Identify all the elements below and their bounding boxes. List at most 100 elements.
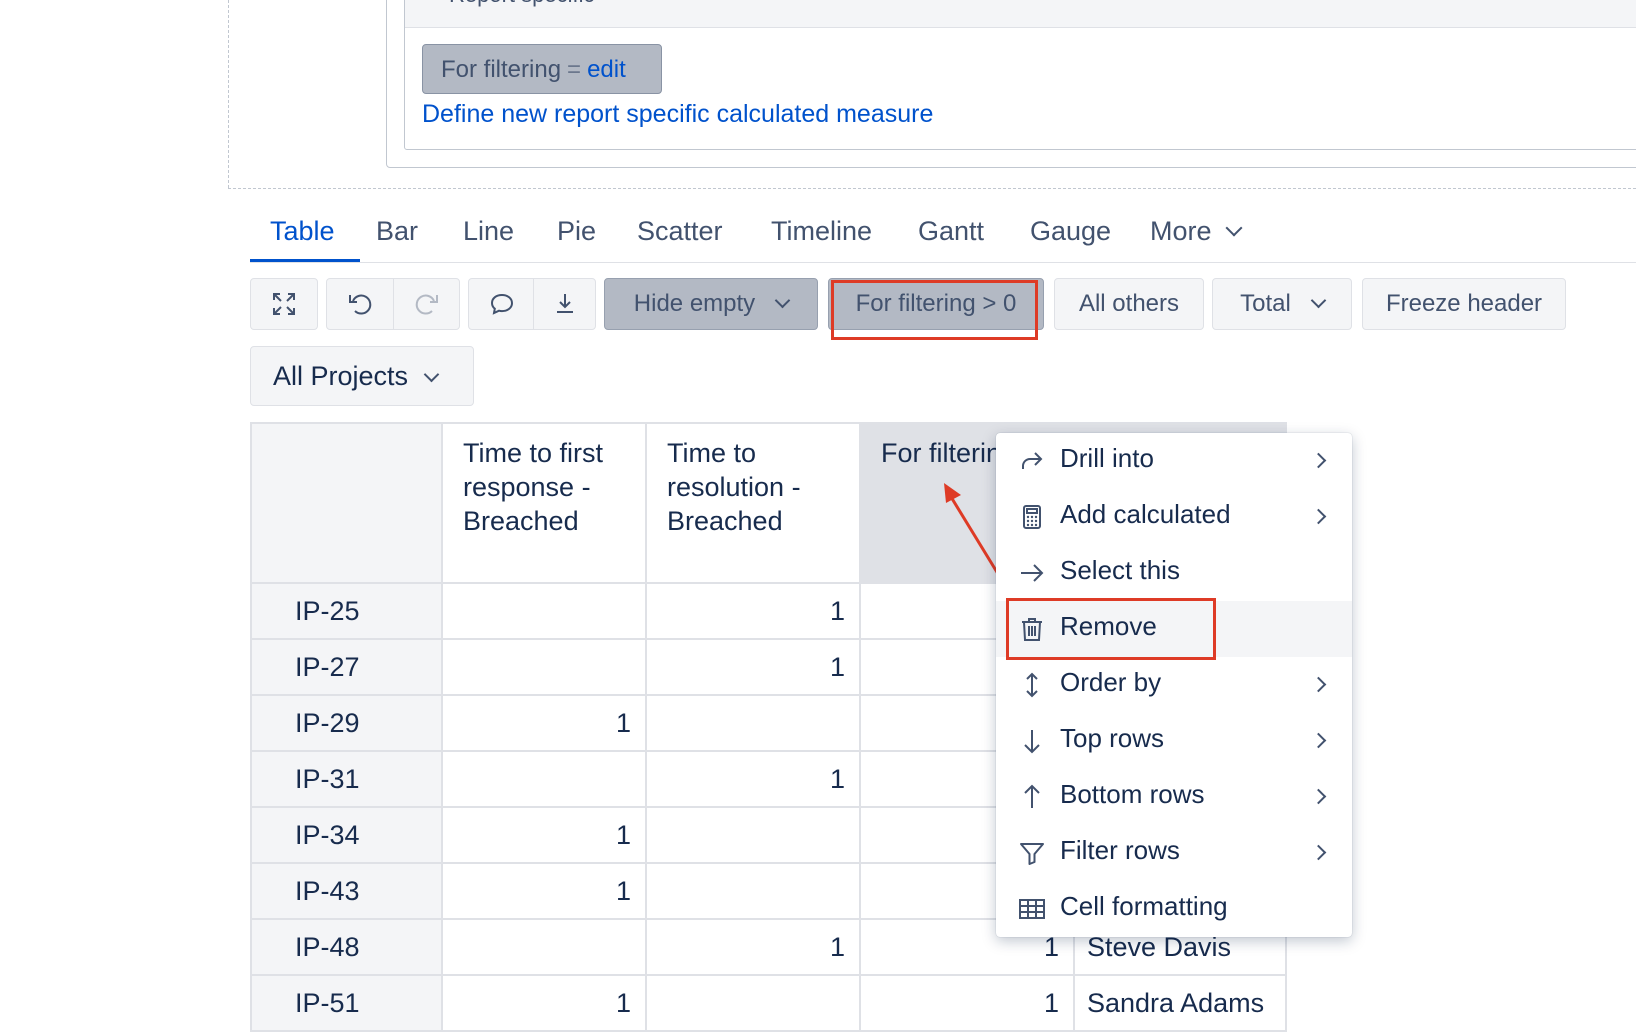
dashed-border-left: [228, 0, 229, 188]
chevron-right-icon: [1310, 732, 1327, 749]
value-cell[interactable]: [645, 694, 861, 752]
redo-button[interactable]: [394, 279, 460, 329]
menu-item-label: Filter rows: [1060, 835, 1180, 865]
all-others-button[interactable]: All others: [1054, 278, 1204, 330]
tab-more[interactable]: More: [1150, 208, 1243, 262]
chevron-right-icon: [1310, 844, 1327, 861]
value-cell[interactable]: 1: [645, 582, 861, 640]
value-cell[interactable]: 1: [645, 918, 861, 976]
tab-gauge[interactable]: Gauge: [1030, 208, 1111, 262]
value-cell[interactable]: 1: [645, 750, 861, 808]
download-icon: [557, 294, 573, 313]
arrow-down-icon: [1024, 730, 1040, 754]
tab-bar[interactable]: Bar: [376, 208, 418, 262]
total-dropdown[interactable]: Total: [1212, 278, 1352, 330]
menu-item-label: Drill into: [1060, 443, 1154, 473]
projects-select[interactable]: All Projects: [250, 346, 474, 406]
comment-download-group: [468, 278, 596, 330]
define-new-measure-link[interactable]: Define new report specific calculated me…: [422, 100, 933, 129]
value-cell[interactable]: 1: [441, 806, 647, 864]
export-button[interactable]: [534, 279, 596, 329]
menu-item-filter-rows[interactable]: Filter rows: [996, 825, 1352, 881]
menu-item-bottom-rows[interactable]: Bottom rows: [996, 769, 1352, 825]
chevron-right-icon: [1310, 676, 1327, 693]
value-cell[interactable]: 1: [441, 862, 647, 920]
row-header-cell[interactable]: IP-27: [250, 638, 443, 696]
measure-edit-link[interactable]: edit: [587, 56, 626, 83]
table-row: IP-51 1 1 Sandra Adams: [250, 974, 1287, 1032]
projects-select-label: All Projects: [273, 361, 409, 391]
table-corner-cell: [250, 422, 443, 584]
value-cell[interactable]: [645, 862, 861, 920]
menu-item-label: Add calculated: [1060, 499, 1231, 529]
hide-empty-label: Hide empty: [633, 290, 756, 317]
freeze-header-button[interactable]: Freeze header: [1362, 278, 1566, 330]
value-cell[interactable]: [441, 750, 647, 808]
expand-icon: [273, 293, 295, 315]
row-header-cell[interactable]: IP-43: [250, 862, 443, 920]
row-header-cell[interactable]: IP-51: [250, 974, 443, 1032]
for-filtering-measure-chip[interactable]: For filtering = edit: [422, 44, 662, 94]
column-header-first-response[interactable]: Time to first response - Breached: [441, 422, 647, 584]
chevron-down-icon: [1225, 219, 1243, 237]
value-cell[interactable]: 1: [441, 694, 647, 752]
row-header-cell[interactable]: IP-25: [250, 582, 443, 640]
value-cell[interactable]: [645, 974, 861, 1032]
fullscreen-button[interactable]: [250, 278, 318, 330]
filter-icon: [1020, 843, 1044, 865]
tab-line[interactable]: Line: [463, 208, 514, 262]
total-label: Total: [1240, 290, 1291, 317]
undo-button[interactable]: [327, 279, 393, 329]
value-cell[interactable]: [441, 582, 647, 640]
measure-chip-eq: =: [567, 56, 582, 83]
tab-gantt[interactable]: Gantt: [918, 208, 984, 262]
column-header-resolution[interactable]: Time to resolution - Breached: [645, 422, 861, 584]
grid-icon: [1019, 899, 1045, 919]
menu-item-label: Select this: [1060, 555, 1180, 585]
freeze-header-label: Freeze header: [1385, 290, 1543, 317]
active-tab-indicator: [250, 259, 360, 262]
menu-item-select-this[interactable]: Select this: [996, 545, 1352, 601]
arrow-right-icon: [1021, 564, 1044, 582]
value-cell[interactable]: [441, 918, 647, 976]
chevron-down-icon: [423, 366, 440, 383]
chevron-right-icon: [1310, 452, 1327, 469]
menu-item-label: Cell formatting: [1060, 891, 1228, 921]
arrow-up-icon: [1024, 784, 1040, 808]
value-cell[interactable]: [441, 638, 647, 696]
value-cell[interactable]: [645, 806, 861, 864]
hide-empty-dropdown[interactable]: Hide empty: [604, 278, 818, 330]
assignee-cell[interactable]: Sandra Adams: [1073, 974, 1287, 1032]
row-header-cell[interactable]: IP-34: [250, 806, 443, 864]
row-header-cell[interactable]: IP-29: [250, 694, 443, 752]
tab-scatter[interactable]: Scatter: [637, 208, 723, 262]
menu-item-label: Top rows: [1060, 723, 1165, 753]
menu-item-drill-into[interactable]: Drill into: [996, 433, 1352, 489]
menu-item-cell-formatting[interactable]: Cell formatting: [996, 881, 1352, 937]
report-specific-title: Report specific: [449, 0, 595, 8]
value-cell[interactable]: 1: [859, 974, 1075, 1032]
annotation-highlight-filter: [831, 280, 1038, 340]
chevron-right-icon: [1310, 508, 1327, 525]
tab-table[interactable]: Table: [270, 208, 335, 262]
chevron-down-icon: [774, 292, 791, 309]
row-header-cell[interactable]: IP-48: [250, 918, 443, 976]
context-menu: Drill into Add calculated Select this Re…: [996, 433, 1352, 937]
tab-timeline[interactable]: Timeline: [771, 208, 872, 262]
annotation-highlight-remove: [1006, 598, 1216, 660]
value-cell[interactable]: 1: [441, 974, 647, 1032]
drill-into-icon: [1022, 452, 1043, 469]
report-specific-header[interactable]: Report specific: [405, 0, 1636, 28]
tab-pie[interactable]: Pie: [557, 208, 596, 262]
row-header-cell[interactable]: IP-31: [250, 750, 443, 808]
sort-icon: [1026, 672, 1038, 698]
menu-item-order-by[interactable]: Order by: [996, 657, 1352, 713]
undo-redo-group: [326, 278, 460, 330]
menu-item-top-rows[interactable]: Top rows: [996, 713, 1352, 769]
undo-icon: [349, 294, 372, 315]
all-others-label: All others: [1078, 290, 1180, 317]
menu-item-add-calculated[interactable]: Add calculated: [996, 489, 1352, 545]
comment-button[interactable]: [469, 279, 533, 329]
tab-more-label: More: [1150, 216, 1212, 246]
value-cell[interactable]: 1: [645, 638, 861, 696]
